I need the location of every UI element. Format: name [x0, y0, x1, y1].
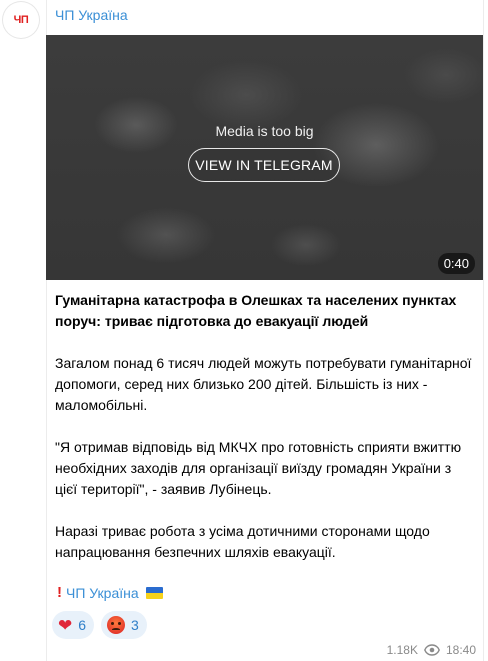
reaction-angry[interactable]: 3	[101, 611, 147, 639]
view-count: 1.18K	[386, 643, 418, 657]
channel-avatar[interactable]: ЧП	[3, 2, 39, 38]
video-duration-badge: 0:40	[437, 253, 475, 274]
reaction-count: 6	[78, 617, 87, 633]
heart-icon: ❤	[58, 615, 73, 635]
angry-face-icon	[107, 616, 126, 634]
ukraine-flag-icon	[145, 586, 163, 599]
video-media[interactable]: Media is too big VIEW IN TELEGRAM 0:40	[46, 35, 483, 280]
eye-icon	[424, 644, 440, 656]
channel-name[interactable]: ЧП Україна	[55, 7, 128, 23]
media-too-big-message: Media is too big	[215, 123, 314, 139]
reactions-bar: ❤ 6 3	[52, 611, 147, 639]
message-time: 18:40	[445, 643, 476, 657]
post-text: Гуманітарна катастрофа в Олешках та насе…	[55, 290, 475, 584]
message-meta: 1.18K 18:40	[387, 643, 476, 657]
post-paragraph: "Я отримав відповідь від МКЧХ про готовн…	[55, 439, 462, 497]
post-signature[interactable]: ! ЧП Україна	[57, 584, 163, 601]
post-title: Гуманітарна катастрофа в Олешках та насе…	[55, 292, 457, 329]
reaction-heart[interactable]: ❤ 6	[52, 611, 95, 639]
avatar-logo-text: ЧП	[13, 14, 29, 26]
view-in-telegram-button[interactable]: VIEW IN TELEGRAM	[188, 148, 340, 182]
post-paragraph: Загалом понад 6 тисяч людей можуть потре…	[55, 355, 472, 413]
reaction-count: 3	[131, 617, 139, 633]
post-paragraph: Наразі триває робота з усіма дотичними с…	[55, 523, 430, 560]
signature-link[interactable]: ЧП Україна	[66, 585, 139, 601]
exclamation-icon: !	[57, 584, 62, 601]
